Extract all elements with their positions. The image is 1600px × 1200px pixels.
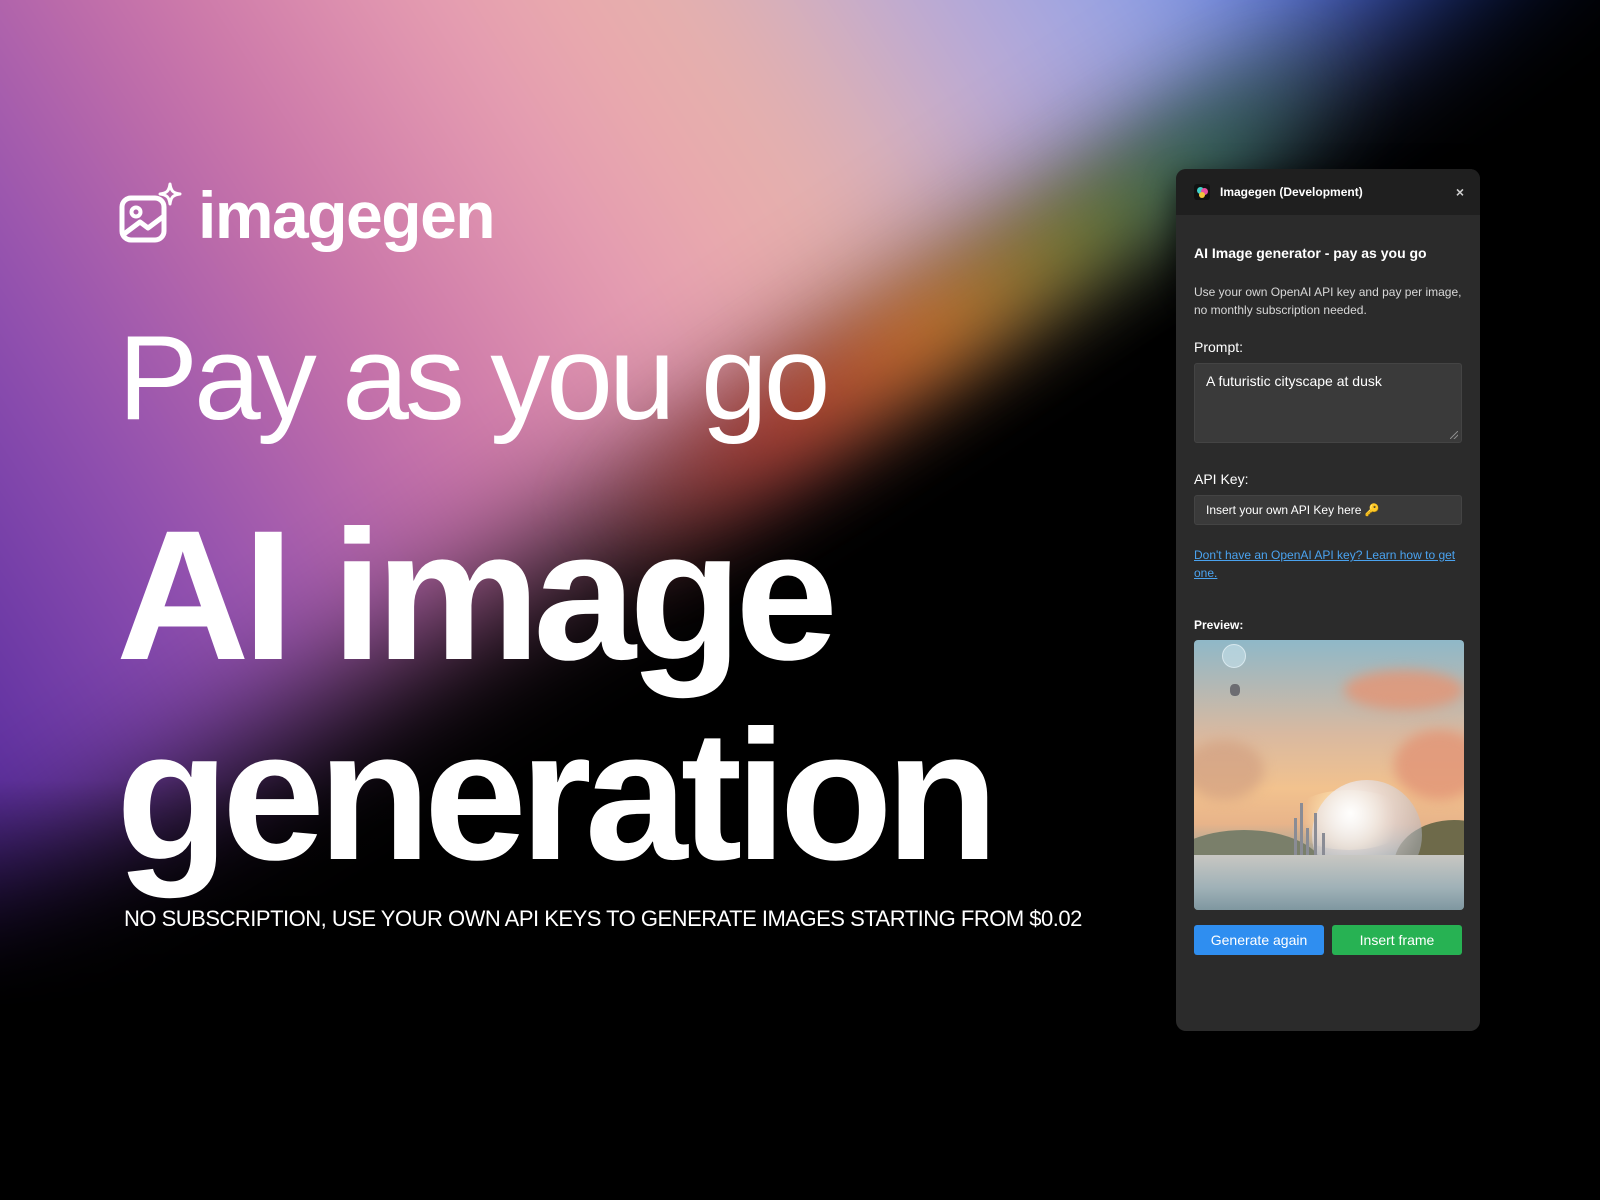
panel-title: Imagegen (Development)	[1220, 185, 1363, 199]
panel-description: Use your own OpenAI API key and pay per …	[1194, 285, 1462, 317]
resize-grip-icon[interactable]	[1450, 431, 1458, 439]
get-api-key-link[interactable]: Don't have an OpenAI API key? Learn how …	[1194, 546, 1462, 582]
panel-heading: AI Image generator - pay as you go	[1194, 245, 1427, 261]
headline-line-generation: generation	[116, 693, 999, 899]
headline-ai-image-generation: AI image generation	[116, 493, 999, 899]
plugin-panel: Imagegen (Development) × AI Image genera…	[1176, 169, 1480, 1031]
tagline: NO SUBSCRIPTION, USE YOUR OWN API KEYS T…	[124, 906, 1082, 931]
headline-pay-as-you-go: Pay as you go	[118, 311, 830, 445]
image-sparkle-icon	[119, 182, 182, 243]
preview-image	[1194, 640, 1464, 910]
plugin-icon	[1194, 184, 1210, 200]
api-key-label: API Key:	[1194, 471, 1249, 487]
preview-label: Preview:	[1194, 618, 1244, 632]
insert-frame-button[interactable]: Insert frame	[1332, 925, 1462, 955]
prompt-textarea[interactable]: A futuristic cityscape at dusk	[1194, 363, 1462, 443]
generate-again-button[interactable]: Generate again	[1194, 925, 1324, 955]
headline-line-ai-image: AI image	[116, 493, 838, 699]
prompt-value: A futuristic cityscape at dusk	[1206, 373, 1382, 389]
api-key-input[interactable]: Insert your own API Key here 🔑	[1194, 495, 1462, 525]
brand-name: imagegen	[198, 178, 496, 252]
close-icon[interactable]: ×	[1456, 184, 1464, 200]
prompt-label: Prompt:	[1194, 339, 1244, 355]
panel-header: Imagegen (Development) ×	[1176, 169, 1480, 215]
brand-logo: imagegen	[118, 178, 496, 252]
